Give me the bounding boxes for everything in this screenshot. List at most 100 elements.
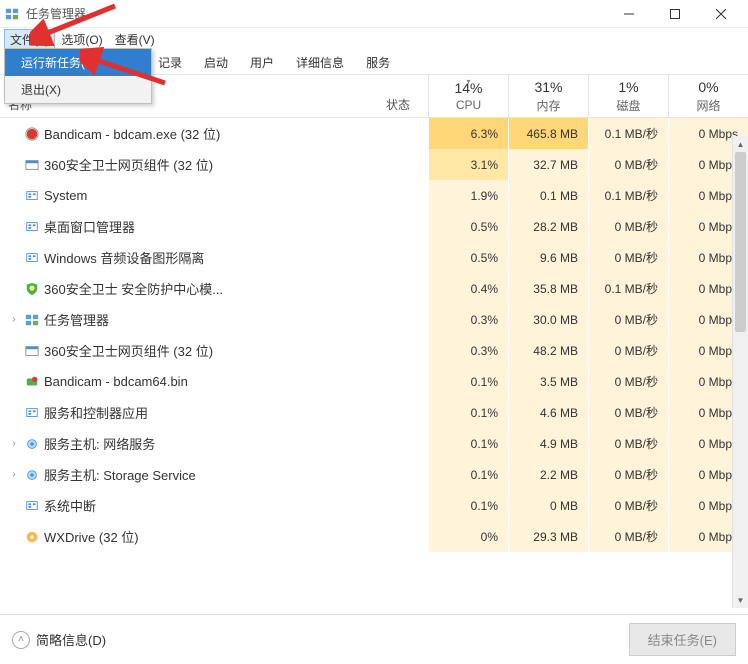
process-disk: 0 MB/秒 [588,397,668,428]
header-status[interactable]: 状态 [368,75,428,117]
scroll-up-button[interactable]: ▲ [733,136,748,152]
end-task-button[interactable]: 结束任务(E) [629,623,736,656]
tab-services[interactable]: 服务 [356,51,400,74]
process-disk: 0 MB/秒 [588,211,668,242]
process-disk: 0 MB/秒 [588,459,668,490]
process-cpu: 0.3% [428,304,508,335]
process-list: Bandicam - bdcam.exe (32 位)6.3%465.8 MB0… [0,118,748,612]
system-icon [24,405,40,421]
file-menu-dropdown: 运行新任务(N) 退出(X) [4,48,152,104]
process-name: Bandicam - bdcam64.bin [44,374,188,389]
process-mem: 465.8 MB [508,118,588,149]
process-name-cell: Bandicam - bdcam.exe (32 位) [0,124,368,143]
expand-icon[interactable]: › [8,438,20,449]
process-name: 服务和控制器应用 [44,403,148,422]
process-name: 360安全卫士网页组件 (32 位) [44,155,213,174]
process-disk: 0 MB/秒 [588,428,668,459]
system-icon [24,219,40,235]
tab-details[interactable]: 详细信息 [286,51,354,74]
vertical-scrollbar[interactable]: ▲ ▼ [732,136,748,608]
title-bar: 任务管理器 [0,0,748,28]
process-row[interactable]: 系统中断0.1%0 MB0 MB/秒0 Mbps [0,490,748,521]
process-row[interactable]: WXDrive (32 位)0%29.3 MB0 MB/秒0 Mbps [0,521,748,552]
process-disk: 0 MB/秒 [588,304,668,335]
process-cpu: 3.1% [428,149,508,180]
process-name: Windows 音频设备图形隔离 [44,248,204,267]
process-name-cell: 桌面窗口管理器 [0,217,368,236]
header-memory[interactable]: 31% 内存 [508,75,588,117]
process-disk: 0 MB/秒 [588,521,668,552]
process-name-cell: › 服务主机: Storage Service [0,465,368,484]
process-row[interactable]: ›服务主机: 网络服务0.1%4.9 MB0 MB/秒0 Mbps [0,428,748,459]
process-row[interactable]: ›任务管理器0.3%30.0 MB0 MB/秒0 Mbps [0,304,748,335]
process-name: Bandicam - bdcam.exe (32 位) [44,124,220,143]
process-mem: 28.2 MB [508,211,588,242]
process-row[interactable]: 360安全卫士 安全防护中心模...0.4%35.8 MB0.1 MB/秒0 M… [0,273,748,304]
process-cpu: 0.3% [428,335,508,366]
process-cpu: 0.5% [428,242,508,273]
process-mem: 4.9 MB [508,428,588,459]
close-button[interactable] [698,0,744,28]
scroll-thumb[interactable] [735,152,746,332]
process-cpu: 1.9% [428,180,508,211]
header-network[interactable]: 0% 网络 [668,75,748,117]
fewer-details-button[interactable]: ˄ 简略信息(D) [12,630,106,649]
process-name: System [44,188,87,203]
process-name-cell: Bandicam - bdcam64.bin [0,374,368,390]
process-disk: 0 MB/秒 [588,335,668,366]
process-row[interactable]: Bandicam - bdcam.exe (32 位)6.3%465.8 MB0… [0,118,748,149]
process-name-cell: 360安全卫士网页组件 (32 位) [0,341,368,360]
expand-icon[interactable]: › [8,469,20,480]
process-mem: 3.5 MB [508,366,588,397]
minimize-button[interactable] [606,0,652,28]
menu-run-new-task[interactable]: 运行新任务(N) [5,49,151,76]
header-cpu[interactable]: ▾ 14% CPU [428,75,508,117]
process-row[interactable]: ›服务主机: Storage Service0.1%2.2 MB0 MB/秒0 … [0,459,748,490]
process-mem: 35.8 MB [508,273,588,304]
menu-view[interactable]: 查看(V) [109,29,161,50]
process-cpu: 0.1% [428,490,508,521]
process-cpu: 0.1% [428,459,508,490]
gear-icon [24,467,40,483]
menu-file[interactable]: 文件(F) [4,29,55,50]
menu-exit[interactable]: 退出(X) [5,76,151,103]
process-name: 360安全卫士网页组件 (32 位) [44,341,213,360]
process-mem: 9.6 MB [508,242,588,273]
process-row[interactable]: 服务和控制器应用0.1%4.6 MB0 MB/秒0 Mbps [0,397,748,428]
process-name: 桌面窗口管理器 [44,217,135,236]
process-cpu: 0.4% [428,273,508,304]
menu-bar: 文件(F) 选项(O) 查看(V) [0,28,748,50]
process-name-cell: 360安全卫士网页组件 (32 位) [0,155,368,174]
process-name: 服务主机: 网络服务 [44,434,155,453]
process-row[interactable]: 桌面窗口管理器0.5%28.2 MB0 MB/秒0 Mbps [0,211,748,242]
process-cpu: 0.1% [428,428,508,459]
maximize-button[interactable] [652,0,698,28]
process-row[interactable]: 360安全卫士网页组件 (32 位)3.1%32.7 MB0 MB/秒0 Mbp… [0,149,748,180]
tab-startup[interactable]: 启动 [194,51,238,74]
tab-users[interactable]: 用户 [240,51,284,74]
process-mem: 4.6 MB [508,397,588,428]
process-row[interactable]: System1.9%0.1 MB0.1 MB/秒0 Mbps [0,180,748,211]
process-name: 服务主机: Storage Service [44,465,196,484]
process-cpu: 0.5% [428,211,508,242]
process-disk: 0 MB/秒 [588,149,668,180]
process-name-cell: WXDrive (32 位) [0,527,368,546]
process-disk: 0.1 MB/秒 [588,273,668,304]
wxdrive-icon [24,529,40,545]
tab-record[interactable]: 记录 [148,51,192,74]
expand-icon[interactable]: › [8,314,20,325]
process-cpu: 0.1% [428,397,508,428]
header-disk[interactable]: 1% 磁盘 [588,75,668,117]
process-disk: 0.1 MB/秒 [588,118,668,149]
app-icon [4,6,20,22]
process-row[interactable]: Windows 音频设备图形隔离0.5%9.6 MB0 MB/秒0 Mbps [0,242,748,273]
process-name-cell: 服务和控制器应用 [0,403,368,422]
process-row[interactable]: 360安全卫士网页组件 (32 位)0.3%48.2 MB0 MB/秒0 Mbp… [0,335,748,366]
menu-options[interactable]: 选项(O) [55,29,108,50]
process-mem: 0 MB [508,490,588,521]
scroll-down-button[interactable]: ▼ [733,592,748,608]
process-row[interactable]: Bandicam - bdcam64.bin0.1%3.5 MB0 MB/秒0 … [0,366,748,397]
record-red-icon [24,126,40,142]
window-icon [24,157,40,173]
process-mem: 0.1 MB [508,180,588,211]
